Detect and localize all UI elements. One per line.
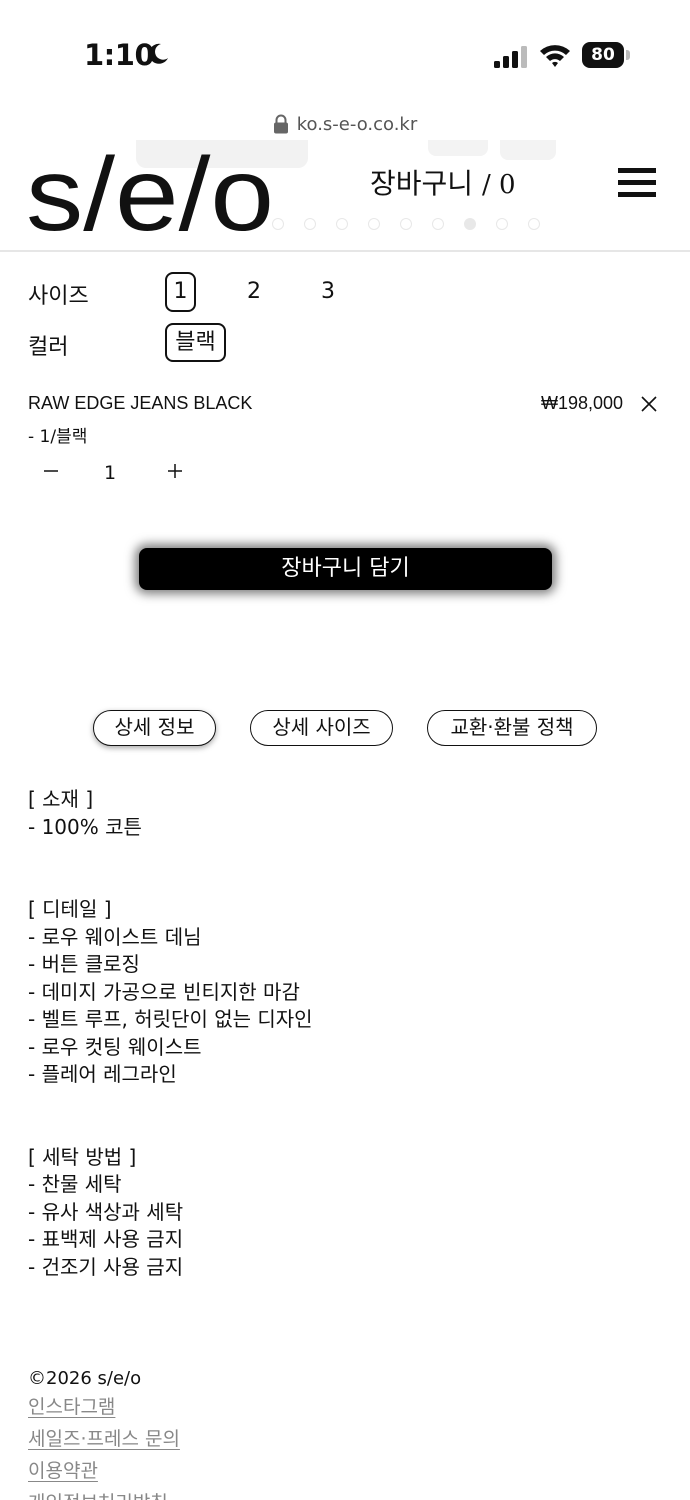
carousel-dots <box>272 218 540 230</box>
battery-level: 80 <box>582 42 624 68</box>
carousel-dot[interactable] <box>400 218 412 230</box>
detail-line: - 플레어 레그라인 <box>28 1062 177 1086</box>
carousel-dot[interactable] <box>304 218 316 230</box>
url-text: ko.s-e-o.co.kr <box>296 113 418 135</box>
product-variant: - 1/블랙 <box>28 427 88 447</box>
footer-links: 인스타그램 세일즈·프레스 문의 이용약관 개인정보처리방침 <box>28 1393 180 1500</box>
site-header: s/e/o 장바구니 / 0 <box>0 140 690 252</box>
cart-label: 장바구니 <box>370 167 474 200</box>
battery-icon: 80 <box>582 42 630 68</box>
detail-line: - 벨트 루프, 허릿단이 없는 디자인 <box>28 1007 313 1031</box>
plus-icon[interactable] <box>166 462 184 480</box>
tab-exchange-refund-policy[interactable]: 교환·환불 정책 <box>427 710 597 746</box>
footer-link-terms[interactable]: 이용약관 <box>28 1457 180 1489</box>
site-logo[interactable]: s/e/o <box>26 142 276 242</box>
tab-details[interactable]: 상세 정보 <box>93 710 216 746</box>
size-option-3[interactable]: 3 <box>314 274 342 310</box>
care-line: - 찬물 세탁 <box>28 1172 122 1196</box>
tab-size-details[interactable]: 상세 사이즈 <box>250 710 393 746</box>
carousel-dot[interactable] <box>432 218 444 230</box>
hamburger-menu-icon[interactable] <box>618 168 656 198</box>
carousel-dot[interactable] <box>368 218 380 230</box>
size-label: 사이즈 <box>28 284 89 309</box>
material-line: - 100% 코튼 <box>28 814 142 839</box>
footer-link-privacy[interactable]: 개인정보처리방침 <box>28 1489 180 1500</box>
detail-line: - 데미지 가공으로 빈티지한 마감 <box>28 979 300 1004</box>
detail-heading: [ 디테일 ] <box>28 897 112 921</box>
carousel-dot[interactable] <box>528 218 540 230</box>
detail-line: - 로우 컷팅 웨이스트 <box>28 1034 202 1059</box>
material-heading: [ 소재 ] <box>28 787 94 811</box>
wifi-icon <box>540 45 570 67</box>
minus-icon[interactable] <box>42 462 60 480</box>
detail-line: - 버튼 클로징 <box>28 952 140 976</box>
close-icon[interactable] <box>640 395 658 413</box>
status-bar: 1:10 80 <box>0 0 690 110</box>
carousel-dot[interactable] <box>336 218 348 230</box>
detail-line: - 로우 웨이스트 데님 <box>28 924 202 949</box>
carousel-dot[interactable] <box>496 218 508 230</box>
carousel-dot[interactable] <box>464 218 476 230</box>
cart-link[interactable]: 장바구니 / 0 <box>370 162 516 202</box>
size-option-1[interactable]: 1 <box>165 272 196 312</box>
care-line: - 표백제 사용 금지 <box>28 1227 184 1251</box>
cellular-signal-icon <box>494 46 527 68</box>
footer-link-sales-press[interactable]: 세일즈·프레스 문의 <box>28 1425 180 1457</box>
color-option-black[interactable]: 블랙 <box>165 323 226 362</box>
size-option-2[interactable]: 2 <box>240 274 268 310</box>
add-to-cart-button[interactable]: 장바구니 담기 <box>139 548 552 590</box>
care-heading: [ 세탁 방법 ] <box>28 1144 137 1169</box>
browser-url-bar[interactable]: ko.s-e-o.co.kr <box>0 108 690 140</box>
color-label: 컬러 <box>28 335 69 360</box>
product-name: RAW EDGE JEANS BLACK <box>28 393 253 413</box>
svg-text:s/e/o: s/e/o <box>26 142 274 242</box>
status-time: 1:10 <box>84 38 155 72</box>
care-line: - 유사 색상과 세탁 <box>28 1199 184 1224</box>
care-line: - 건조기 사용 금지 <box>28 1254 184 1279</box>
lock-icon <box>273 114 288 134</box>
product-details: [ 소재 ] - 100% 코튼 [ 디테일 ] - 로우 웨이스트 데님 - … <box>28 786 668 1281</box>
product-price: ₩198,000 <box>541 393 624 413</box>
copyright: ©2026 s/e/o <box>28 1368 142 1389</box>
moon-icon <box>148 43 168 64</box>
quantity-value[interactable]: 1 <box>98 462 122 484</box>
cart-count: / 0 <box>481 170 516 200</box>
footer-link-instagram[interactable]: 인스타그램 <box>28 1393 180 1425</box>
